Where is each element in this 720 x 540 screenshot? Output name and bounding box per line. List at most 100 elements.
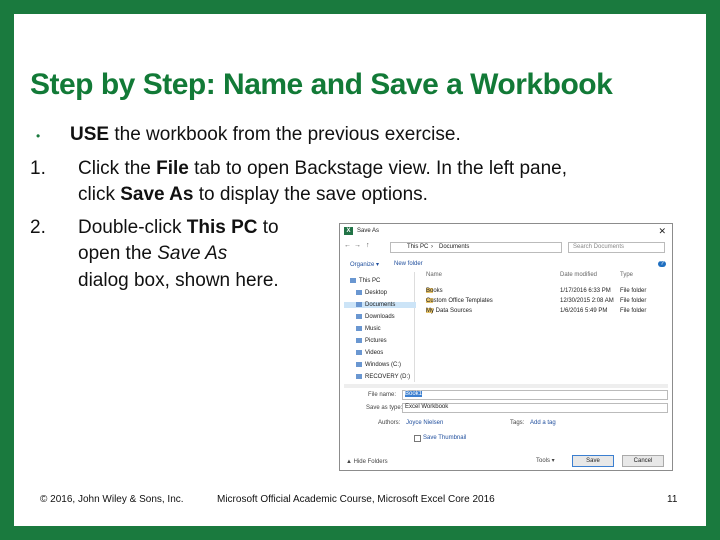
footer-course: Microsoft Official Academic Course, Micr… (217, 494, 495, 505)
file-row[interactable]: Custom Office Templates 12/30/2015 2:08 … (420, 298, 668, 307)
step1-file: File (156, 158, 189, 179)
step2-this-pc: This PC (186, 217, 258, 238)
file-name: Custom Office Templates (426, 298, 493, 304)
search-placeholder: Search Documents (573, 244, 625, 250)
step1-text-a: Click the (78, 158, 151, 179)
desktop-icon (356, 290, 362, 295)
cancel-button[interactable]: Cancel (622, 455, 664, 467)
nav-item-this-pc[interactable]: This PC (350, 278, 380, 284)
pictures-icon (356, 338, 362, 343)
column-header-date[interactable]: Date modified (560, 272, 597, 278)
step1-text-e: to display the save options. (198, 184, 428, 205)
step1-save-as: Save As (120, 184, 194, 205)
tags-value[interactable]: Add a tag (530, 420, 556, 426)
step2-line2: open the Save As (78, 241, 227, 267)
dialog-title: Save As (357, 228, 380, 234)
nav-item-downloads[interactable]: Downloads (356, 314, 395, 320)
file-type: File folder (620, 288, 647, 294)
save-type-value: Excel Workbook (405, 404, 449, 410)
file-name-field[interactable]: Book1 (402, 390, 668, 400)
slide-background: Step by Step: Name and Save a Workbook •… (0, 0, 720, 540)
authors-value[interactable]: Joyce Nielsen (406, 420, 443, 426)
bullet-text: the workbook from the previous exercise. (114, 124, 461, 145)
drive-icon (356, 374, 362, 379)
file-row[interactable]: My Data Sources 1/6/2016 5:49 PM File fo… (420, 308, 668, 317)
nav-item-label: Pictures (365, 338, 387, 345)
nav-item-music[interactable]: Music (356, 326, 381, 332)
tags-label: Tags: (510, 420, 525, 426)
file-date: 12/30/2015 2:08 AM (560, 298, 614, 304)
file-type: File folder (620, 308, 647, 314)
file-name-value: Book1 (405, 391, 423, 397)
documents-icon (356, 302, 362, 307)
back-icon[interactable]: ← (344, 242, 352, 251)
organize-button[interactable]: Organize ▾ (350, 261, 379, 268)
column-header-name[interactable]: Name (426, 272, 442, 278)
step1-line1: 1. Click the File tab to open Backstage … (30, 156, 567, 182)
step1-number: 1. (30, 158, 46, 179)
step2-text-e: dialog box, shown here. (78, 270, 279, 291)
file-name: My Data Sources (426, 308, 473, 314)
bullet-marker: • (36, 129, 41, 143)
file-name-label: File name: (368, 392, 397, 398)
step1-text-c: tab to open Backstage view. In the left … (194, 158, 568, 179)
computer-icon (350, 278, 356, 283)
excel-app-icon: X (344, 227, 353, 235)
column-header-type[interactable]: Type (620, 272, 633, 278)
nav-item-label: This PC (359, 278, 381, 285)
dialog-titlebar: X Save As ✕ (340, 224, 672, 238)
save-button[interactable]: Save (572, 455, 614, 467)
nav-item-label: Videos (365, 350, 384, 357)
download-icon (356, 314, 362, 319)
hide-folders-button[interactable]: ▲ Hide Folders (346, 459, 388, 465)
save-type-select[interactable]: Excel Workbook (402, 403, 668, 413)
step2-line1: 2. Double-click This PC to (30, 215, 279, 241)
tools-menu[interactable]: Tools ▾ (536, 457, 555, 464)
help-icon[interactable]: ? (658, 261, 666, 267)
horizontal-scrollbar[interactable] (344, 384, 668, 388)
step1-line2: click Save As to display the save option… (78, 182, 428, 208)
new-folder-button[interactable]: New folder (394, 261, 423, 267)
file-row[interactable]: Books 1/17/2016 6:33 PM File folder (420, 288, 668, 297)
search-input[interactable]: Search Documents (568, 242, 665, 253)
save-type-label: Save as type: (366, 405, 403, 411)
slide-title: Step by Step: Name and Save a Workbook (30, 68, 613, 101)
footer-copyright: © 2016, John Wiley & Sons, Inc. (40, 494, 184, 505)
address-bar[interactable]: This PC › Documents (390, 242, 562, 253)
step2-number: 2. (30, 217, 46, 238)
navigation-pane: This PC Desktop Documents Downloads Musi… (344, 272, 416, 382)
save-thumbnail-label[interactable]: Save Thumbnail (423, 435, 466, 441)
nav-item-windows-c[interactable]: Windows (C:) (356, 362, 401, 368)
nav-item-label: Music (365, 326, 381, 333)
address-bar-row: ← → ↑ This PC › Documents Search Documen… (344, 242, 666, 253)
nav-item-recovery-d[interactable]: RECOVERY (D:) (356, 374, 410, 380)
videos-icon (356, 350, 362, 355)
save-thumbnail-checkbox[interactable] (414, 435, 421, 442)
step2-text-a: Double-click (78, 217, 182, 238)
file-name: Books (426, 288, 443, 294)
nav-item-videos[interactable]: Videos (356, 350, 383, 356)
up-icon[interactable]: ↑ (366, 242, 374, 251)
music-icon (356, 326, 362, 331)
step2-save-as-italic: Save As (157, 243, 228, 264)
path-current[interactable]: Documents (439, 244, 469, 250)
nav-item-label: Desktop (365, 290, 388, 297)
nav-item-pictures[interactable]: Pictures (356, 338, 387, 344)
page-number: 11 (667, 494, 678, 505)
authors-label: Authors: (378, 420, 401, 426)
drive-icon (356, 362, 362, 367)
bullet-line: • USE the workbook from the previous exe… (36, 122, 461, 149)
dialog-toolbar: Organize ▾ New folder ? (344, 261, 668, 270)
nav-item-label: Downloads (365, 314, 395, 321)
nav-item-desktop[interactable]: Desktop (356, 290, 387, 296)
file-type: File folder (620, 298, 647, 304)
path-root[interactable]: This PC (407, 244, 428, 250)
file-list: Name Date modified Type Books 1/17/2016 … (420, 272, 668, 382)
path-separator: › (431, 244, 433, 250)
close-icon[interactable]: ✕ (658, 226, 666, 237)
forward-icon[interactable]: → (354, 242, 362, 251)
nav-item-label: RECOVERY (D:) (365, 374, 411, 381)
step2-text-d: open the (78, 243, 152, 264)
nav-item-documents[interactable]: Documents (344, 302, 416, 309)
step2-text-c: to (262, 217, 279, 238)
